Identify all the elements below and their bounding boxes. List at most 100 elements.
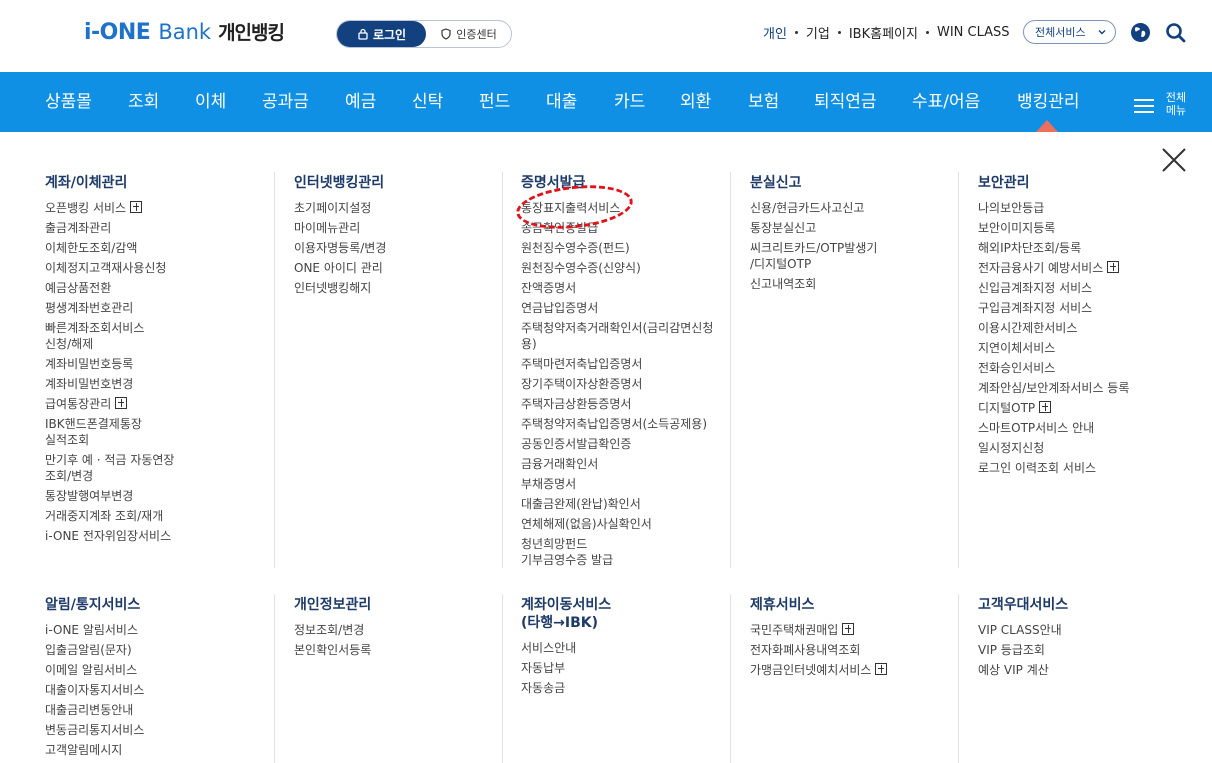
menu-item[interactable]: 대출금완제(완납)확인서 (521, 496, 713, 512)
menu-item[interactable]: 계좌비밀번호변경 (45, 376, 174, 392)
menu-item[interactable]: 인터넷뱅킹해지 (294, 280, 386, 296)
menu-item[interactable]: 변동금리통지서비스 (45, 722, 144, 738)
menu-item[interactable]: i-ONE 알림서비스 (45, 622, 144, 638)
menu-item[interactable]: 공동인증서발급확인증 (521, 436, 713, 452)
menu-item[interactable]: 통장발행여부변경 (45, 488, 174, 504)
menu-item[interactable]: 보안이미지등록 (978, 220, 1129, 236)
nav-item-card[interactable]: 카드 (614, 72, 645, 132)
menu-item[interactable]: 주택청약저축거래확인서(금리감면신청 용) (521, 320, 713, 352)
menu-item[interactable]: 거래중지계좌 조회/재개 (45, 508, 174, 524)
menu-item[interactable]: 원천징수영수증(신양식) (521, 260, 713, 276)
menu-item[interactable]: 신고내역조회 (750, 276, 877, 292)
globe-icon[interactable] (1130, 22, 1151, 43)
menu-item[interactable]: 잔액증명서 (521, 280, 713, 296)
menu-item[interactable]: 이용자명등록/변경 (294, 240, 386, 256)
menu-item[interactable]: IBK핸드폰결제통장 실적조회 (45, 416, 174, 448)
nav-item-shop[interactable]: 상품몰 (45, 72, 92, 132)
menu-item[interactable]: 만기후 예 · 적금 자동연장 조회/변경 (45, 452, 174, 484)
menu-item[interactable]: 본인확인서등록 (294, 642, 371, 658)
menu-item[interactable]: 초기페이지설정 (294, 200, 386, 216)
menu-item[interactable]: 연금납입증명서 (521, 300, 713, 316)
menu-item[interactable]: 나의보안등급 (978, 200, 1129, 216)
menu-item[interactable]: 주택마련저축납입증명서 (521, 356, 713, 372)
logo[interactable]: i-ONE Bank 개인뱅킹 (84, 18, 285, 45)
menu-item[interactable]: 이체정지고객재사용신청 (45, 260, 174, 276)
menu-item[interactable]: 디지털OTP (978, 400, 1129, 416)
menu-item[interactable]: 스마트OTP서비스 안내 (978, 420, 1129, 436)
menu-item[interactable]: 로그인 이력조회 서비스 (978, 460, 1129, 476)
menu-item[interactable]: 신입금계좌지정 서비스 (978, 280, 1129, 296)
menu-item[interactable]: 예금상품전환 (45, 280, 174, 296)
nav-item-loan[interactable]: 대출 (546, 72, 577, 132)
menu-item[interactable]: 통장분실신고 (750, 220, 877, 236)
expand-plus-icon[interactable] (130, 201, 143, 213)
nav-item-forex[interactable]: 외환 (680, 72, 711, 132)
expand-plus-icon[interactable] (115, 397, 128, 409)
menu-item[interactable]: 일시정지신청 (978, 440, 1129, 456)
login-button[interactable]: 로그인 (337, 21, 426, 47)
cert-center-button[interactable]: 인증센터 (426, 21, 511, 47)
menu-item[interactable]: 신용/현금카드사고신고 (750, 200, 877, 216)
nav-item-transfer[interactable]: 이체 (195, 72, 226, 132)
menu-item[interactable]: 계좌비밀번호등록 (45, 356, 174, 372)
menu-item[interactable]: 지연이체서비스 (978, 340, 1129, 356)
menu-item[interactable]: 전자금융사기 예방서비스 (978, 260, 1129, 276)
expand-plus-icon[interactable] (875, 663, 888, 675)
menu-item[interactable]: 연체해제(없음)사실확인서 (521, 516, 713, 532)
menu-item[interactable]: 고객알림메시지 (45, 742, 144, 758)
menu-item[interactable]: i-ONE 전자위임장서비스 (45, 528, 174, 544)
close-icon[interactable] (1161, 147, 1187, 173)
all-menu-button[interactable]: 전체 메뉴 (1134, 90, 1194, 118)
menu-item[interactable]: VIP CLASS안내 (978, 622, 1068, 638)
menu-item[interactable]: 빠른계좌조회서비스 신청/해제 (45, 320, 174, 352)
menu-item[interactable]: 주택청약저축납입증명서(소득공제용) (521, 416, 713, 432)
menu-item[interactable]: 오픈뱅킹 서비스 (45, 200, 174, 216)
menu-item[interactable]: 자동송금 (521, 680, 611, 696)
menu-item[interactable]: ONE 아이디 관리 (294, 260, 386, 276)
menu-item[interactable]: 마이메뉴관리 (294, 220, 386, 236)
all-services-select[interactable]: 전체서비스 (1023, 20, 1116, 44)
expand-plus-icon[interactable] (1039, 401, 1052, 413)
menu-item[interactable]: 주택자금상환등증명서 (521, 396, 713, 412)
menu-item[interactable]: 금융거래확인서 (521, 456, 713, 472)
menu-item[interactable]: 출금계좌관리 (45, 220, 174, 236)
nav-item-utility[interactable]: 공과금 (262, 72, 309, 132)
link-ibk-homepage[interactable]: IBK홈페이지 (849, 23, 918, 42)
nav-item-deposit[interactable]: 예금 (345, 72, 376, 132)
menu-item[interactable]: 대출이자통지서비스 (45, 682, 144, 698)
menu-item[interactable]: 서비스안내 (521, 640, 611, 656)
nav-item-trust[interactable]: 신탁 (412, 72, 443, 132)
link-win-class[interactable]: WIN CLASS (937, 25, 1010, 40)
nav-item-fund[interactable]: 펀드 (479, 72, 510, 132)
menu-item[interactable]: VIP 등급조회 (978, 642, 1068, 658)
menu-item[interactable]: 계좌안심/보안계좌서비스 등록 (978, 380, 1129, 396)
menu-item[interactable]: 이용시간제한서비스 (978, 320, 1129, 336)
nav-item-check[interactable]: 수표/어음 (912, 72, 980, 132)
menu-item[interactable]: 이메일 알림서비스 (45, 662, 144, 678)
menu-item[interactable]: 자동납부 (521, 660, 611, 676)
expand-plus-icon[interactable] (842, 623, 855, 635)
search-icon[interactable] (1165, 22, 1186, 43)
menu-item[interactable]: 평생계좌번호관리 (45, 300, 174, 316)
menu-item[interactable]: 전자화폐사용내역조회 (750, 642, 887, 658)
menu-item[interactable]: 대출금리변동안내 (45, 702, 144, 718)
menu-item[interactable]: 급여통장관리 (45, 396, 174, 412)
menu-item[interactable]: 예상 VIP 계산 (978, 662, 1068, 678)
menu-item[interactable]: 원천징수영수증(펀드) (521, 240, 713, 256)
nav-item-pension[interactable]: 퇴직연금 (814, 72, 877, 132)
menu-item[interactable]: 정보조회/변경 (294, 622, 371, 638)
menu-item[interactable]: 구입금계좌지정 서비스 (978, 300, 1129, 316)
link-corporate[interactable]: 기업 (806, 23, 830, 42)
nav-item-inquiry[interactable]: 조회 (128, 72, 159, 132)
menu-item[interactable]: 이체한도조회/감액 (45, 240, 174, 256)
menu-item[interactable]: 국민주택채권매입 (750, 622, 887, 638)
menu-item[interactable]: 가맹금인터넷예치서비스 (750, 662, 888, 678)
expand-plus-icon[interactable] (1107, 261, 1120, 273)
menu-item[interactable]: 해외IP차단조회/등록 (978, 240, 1129, 256)
menu-item[interactable]: 청년희망펀드 기부금영수증 발급 (521, 536, 713, 568)
menu-item[interactable]: 씨크리트카드/OTP발생기 /디지털OTP (750, 240, 877, 272)
menu-item[interactable]: 부채증명서 (521, 476, 713, 492)
link-personal[interactable]: 개인 (763, 23, 787, 42)
menu-item[interactable]: 입출금알림(문자) (45, 642, 144, 658)
nav-item-insurance[interactable]: 보험 (748, 72, 779, 132)
